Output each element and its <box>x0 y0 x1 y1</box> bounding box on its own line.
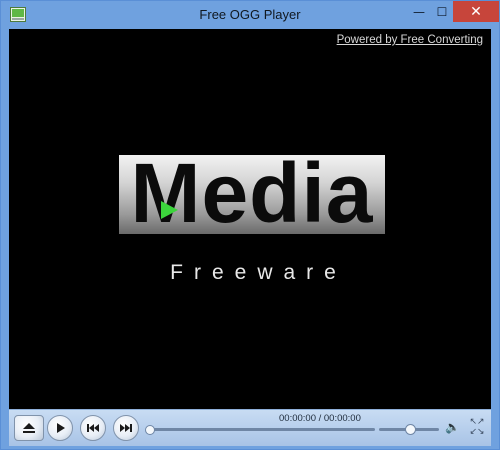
logo-freeware-text: Freeware <box>170 261 347 284</box>
time-display: 00:00:00 / 00:00:00 <box>279 413 361 424</box>
previous-icon <box>87 424 99 432</box>
media-freeware-logo: Media <box>119 146 385 240</box>
play-button[interactable] <box>47 415 73 441</box>
seek-handle[interactable] <box>145 425 155 435</box>
fullscreen-icon[interactable]: ↖↗ ↙↘ <box>468 417 486 439</box>
volume-handle[interactable] <box>405 424 416 435</box>
logo-play-icon <box>161 201 178 219</box>
video-area[interactable]: Powered by Free Converting Media Freewar… <box>9 29 491 409</box>
logo-media-text: Media <box>130 146 374 240</box>
close-button[interactable]: ✕ <box>453 1 499 22</box>
player-window: Free OGG Player — ☐ ✕ Powered by Free Co… <box>0 0 500 450</box>
play-icon <box>56 423 65 433</box>
minimize-icon: — <box>413 4 425 19</box>
next-button[interactable] <box>113 415 139 441</box>
seek-bar[interactable] <box>147 428 375 431</box>
next-icon <box>120 424 132 432</box>
maximize-button[interactable]: ☐ <box>431 1 453 22</box>
maximize-icon: ☐ <box>436 4 448 19</box>
previous-button[interactable] <box>80 415 106 441</box>
eject-icon <box>23 423 35 433</box>
speaker-icon[interactable]: 🔈 <box>445 420 460 434</box>
powered-by-link[interactable]: Powered by Free Converting <box>337 34 483 46</box>
close-icon: ✕ <box>470 3 482 20</box>
minimize-button[interactable]: — <box>407 1 431 22</box>
open-file-button[interactable] <box>14 415 44 441</box>
controls-bar: 00:00:00 / 00:00:00 🔈 ↖↗ ↙↘ <box>9 409 491 446</box>
title-bar[interactable]: Free OGG Player — ☐ ✕ <box>1 1 499 29</box>
